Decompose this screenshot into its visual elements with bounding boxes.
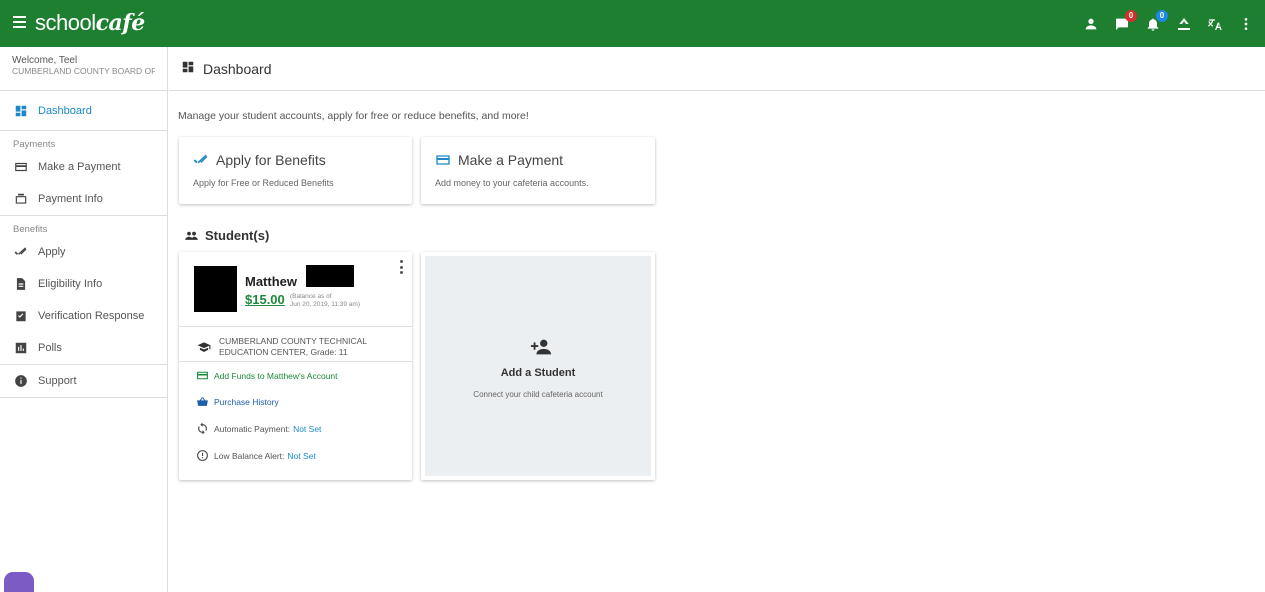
graduation-cap-icon — [197, 342, 211, 352]
messages-badge: 0 — [1125, 10, 1137, 22]
balance-date-note: (Balance as of Jun 20, 2019, 11:39 am) — [290, 293, 360, 308]
automatic-payment-value[interactable]: Not Set — [293, 424, 321, 434]
messages-icon[interactable]: 0 — [1113, 10, 1137, 33]
student-photo-redacted — [194, 266, 237, 312]
make-payment-title: Make a Payment — [458, 152, 564, 168]
intro-text: Manage your student accounts, apply for … — [178, 110, 529, 122]
translate-icon[interactable] — [1206, 15, 1224, 33]
page-header: Dashboard — [169, 47, 1265, 91]
apply-benefits-desc: Apply for Free or Reduced Benefits — [193, 178, 334, 188]
students-heading: Student(s) — [184, 228, 269, 243]
poll-icon — [13, 340, 29, 356]
toolbar-actions: 0 0 — [1082, 10, 1255, 36]
credit-card-icon — [197, 371, 208, 380]
notifications-badge: 0 — [1156, 10, 1168, 22]
document-icon — [13, 276, 29, 292]
student-lastname-redacted — [306, 265, 354, 287]
add-student-title: Add a Student — [500, 367, 576, 379]
section-benefits: Benefits — [13, 224, 48, 235]
menu-icon[interactable] — [13, 13, 31, 33]
apply-benefits-card[interactable]: Apply for Benefits Apply for Free or Red… — [179, 137, 412, 204]
district-name: CUMBERLAND COUNTY BOARD OF EDUCATION — [12, 66, 155, 76]
welcome-block: Welcome, Teel CUMBERLAND COUNTY BOARD OF… — [0, 47, 167, 91]
alert-circle-icon — [197, 450, 208, 461]
wallet-icon — [13, 191, 29, 207]
student-more-icon[interactable] — [398, 260, 404, 274]
double-check-icon — [13, 244, 29, 260]
more-vert-icon[interactable] — [1237, 15, 1255, 33]
make-payment-desc: Add money to your cafeteria accounts. — [435, 178, 589, 188]
account-icon[interactable] — [1082, 15, 1100, 33]
top-app-bar: schoolcafé 0 0 — [0, 0, 1265, 47]
refresh-icon — [198, 422, 207, 435]
student-balance[interactable]: $15.00 — [245, 292, 285, 307]
info-icon — [13, 373, 29, 389]
add-person-icon — [530, 339, 552, 355]
add-student-card[interactable]: Add a Student Connect your child cafeter… — [421, 252, 655, 480]
chat-app-icon[interactable] — [4, 572, 34, 592]
clipboard-check-icon — [13, 308, 29, 324]
add-funds-link[interactable]: Add Funds to Matthew's Account — [196, 369, 338, 382]
student-school: CUMBERLAND COUNTY TECHNICAL EDUCATION CE… — [179, 326, 412, 362]
shopping-basket-icon — [197, 397, 208, 406]
sidebar-item-verification[interactable]: Verification Response — [0, 300, 167, 332]
sidebar-item-apply[interactable]: Apply — [0, 236, 167, 268]
sidebar-item-dashboard[interactable]: Dashboard — [0, 91, 167, 131]
sidebar-item-payment-info[interactable]: Payment Info — [0, 183, 167, 215]
credit-card-icon — [13, 159, 29, 175]
sidebar-item-eligibility[interactable]: Eligibility Info — [0, 268, 167, 300]
section-payments: Payments — [13, 139, 56, 150]
sidebar: Welcome, Teel CUMBERLAND COUNTY BOARD OF… — [0, 47, 168, 592]
schoolcafe-logo[interactable]: schoolcafé — [35, 10, 145, 36]
automatic-payment-row[interactable]: Automatic Payment: Not Set — [196, 422, 321, 435]
accessibility-icon[interactable] — [1175, 15, 1193, 33]
sidebar-item-make-payment[interactable]: Make a Payment — [0, 151, 167, 183]
welcome-text: Welcome, Teel — [12, 55, 78, 66]
dashboard-icon — [181, 60, 203, 77]
make-payment-card[interactable]: Make a Payment Add money to your cafeter… — [421, 137, 655, 204]
dashboard-icon — [13, 103, 29, 119]
student-card: Matthew $15.00 (Balance as of Jun 20, 20… — [179, 252, 412, 480]
sidebar-item-support[interactable]: Support — [0, 365, 167, 397]
sidebar-item-polls[interactable]: Polls — [0, 332, 167, 364]
double-check-icon — [193, 154, 208, 164]
credit-card-icon — [436, 155, 450, 165]
student-name: Matthew — [245, 274, 297, 289]
notifications-bell-icon[interactable]: 0 — [1144, 10, 1168, 33]
page-title: Dashboard — [203, 60, 272, 77]
people-icon — [185, 231, 198, 240]
purchase-history-link[interactable]: Purchase History — [196, 395, 279, 408]
low-balance-value[interactable]: Not Set — [287, 451, 315, 461]
low-balance-alert-row[interactable]: Low Balance Alert: Not Set — [196, 449, 316, 462]
apply-benefits-title: Apply for Benefits — [216, 152, 326, 168]
add-student-desc: Connect your child cafeteria account — [473, 390, 603, 399]
